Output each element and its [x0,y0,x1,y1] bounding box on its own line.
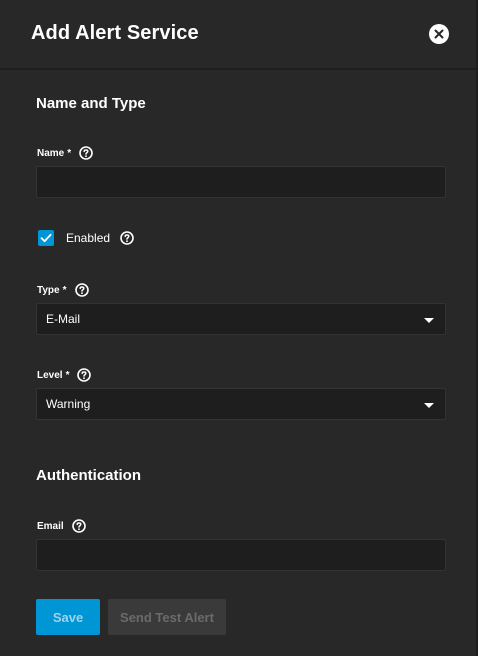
name-input[interactable] [36,166,446,198]
section-title-name-and-type: Name and Type [36,95,146,112]
enabled-checkbox[interactable] [38,230,54,246]
close-button[interactable] [429,24,449,44]
dropdown-arrow-icon [424,403,434,408]
help-icon[interactable] [77,368,92,382]
checkmark-icon [40,233,52,243]
level-label: Level * [37,368,92,382]
section-title-authentication: Authentication [36,467,141,484]
name-label: Name * [37,146,93,160]
help-icon[interactable] [79,146,93,160]
required-mark: * [67,147,72,159]
dialog-header: Add Alert Service [0,0,478,70]
type-select[interactable]: E-Mail [36,303,446,335]
name-label-text: Name [37,147,65,159]
help-icon[interactable] [71,519,86,533]
level-select[interactable]: Warning [36,388,446,420]
enabled-label: Enabled [66,231,134,245]
dialog-title: Add Alert Service [31,22,199,44]
level-select-value: Warning [46,397,91,411]
email-label-text: Email [37,520,64,532]
email-label: Email [37,519,86,533]
send-test-alert-button[interactable]: Send Test Alert [108,599,226,635]
save-button[interactable]: Save [36,599,100,635]
close-icon [434,29,444,39]
required-mark: * [65,369,70,381]
help-icon[interactable] [120,231,134,245]
required-mark: * [62,284,67,296]
help-icon[interactable] [74,283,89,297]
dropdown-arrow-icon [424,318,434,323]
type-label: Type * [37,283,89,297]
email-input[interactable] [36,539,446,571]
enabled-label-text: Enabled [66,231,111,245]
type-select-value: E-Mail [46,312,81,326]
type-label-text: Type [37,284,60,296]
level-label-text: Level [37,369,63,381]
